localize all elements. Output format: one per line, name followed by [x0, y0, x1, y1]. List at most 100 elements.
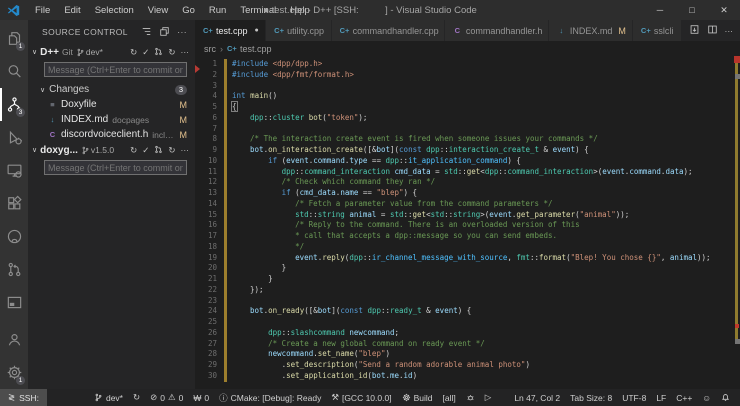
status-eol[interactable]: LF: [651, 393, 671, 403]
tab-sslcli[interactable]: C+sslcli: [633, 20, 682, 41]
action-pull-request[interactable]: [154, 145, 163, 156]
code-line[interactable]: 19event.reply(dpp::ir_channel_message_wi…: [195, 253, 740, 264]
breadcrumb[interactable]: src › C+ test.cpp: [195, 41, 740, 56]
code-line[interactable]: 5{: [195, 102, 740, 113]
tab-utility-cpp[interactable]: C+utility.cpp: [266, 20, 331, 41]
code-line[interactable]: 25: [195, 317, 740, 328]
changes-section-header[interactable]: ∨ Changes 3: [28, 82, 195, 97]
action-commit[interactable]: ✓: [142, 145, 149, 156]
status-ports[interactable]: ₩0: [188, 393, 214, 403]
menu-selection[interactable]: Selection: [88, 5, 141, 16]
code-line[interactable]: 27/* Create a new global command on read…: [195, 339, 740, 350]
status-notifications[interactable]: [716, 393, 735, 402]
repo-row-dpp[interactable]: ∨ D++ Git dev* ↻✓↻···: [28, 44, 195, 60]
code-line[interactable]: 8/* The interaction create event is fire…: [195, 134, 740, 145]
status-cursor-position[interactable]: Ln 47, Col 2: [509, 393, 565, 403]
remote-indicator[interactable]: ≷ SSH:: [0, 389, 47, 406]
activity-explorer[interactable]: 1: [0, 22, 28, 55]
activity-github-pull-requests[interactable]: [0, 253, 28, 286]
menu-edit[interactable]: Edit: [57, 5, 87, 16]
activity-search[interactable]: [0, 55, 28, 88]
code-line[interactable]: 14/* Fetch a parameter value from the co…: [195, 199, 740, 210]
code-line[interactable]: 15std::string animal = std::get<std::str…: [195, 210, 740, 221]
status-cmake-kit[interactable]: ⚒[GCC 10.0.0]: [326, 392, 396, 403]
code-editor[interactable]: 1#include <dpp/dpp.h>2#include <dpp/fmt/…: [195, 56, 740, 389]
code-line[interactable]: 16/* Reply to the command. There is an o…: [195, 220, 740, 231]
action-view-stack[interactable]: [159, 26, 170, 39]
code-line[interactable]: 20}: [195, 263, 740, 274]
activity-accounts[interactable]: [0, 323, 28, 356]
code-line[interactable]: 4int main(): [195, 91, 740, 102]
menu-go[interactable]: Go: [175, 5, 202, 16]
code-line[interactable]: 29.set_description("Send a random adorab…: [195, 360, 740, 371]
status-problems[interactable]: ⊘0⚠0: [145, 392, 188, 403]
status-cmake-build[interactable]: Build: [397, 393, 438, 403]
code-line[interactable]: 26dpp::slashcommand newcommand;: [195, 328, 740, 339]
commit-message-input[interactable]: [44, 62, 187, 77]
minimize-button[interactable]: ─: [644, 0, 676, 20]
activity-settings[interactable]: 1: [0, 356, 28, 389]
action-more[interactable]: ···: [725, 26, 734, 36]
code-line[interactable]: 2#include <dpp/fmt/format.h>: [195, 70, 740, 81]
status-feedback[interactable]: ☺: [697, 393, 716, 403]
status-indentation[interactable]: Tab Size: 8: [565, 393, 617, 403]
status-language-mode[interactable]: C++: [671, 393, 697, 403]
code-line[interactable]: 11dpp::command_interaction cmd_data = st…: [195, 167, 740, 178]
status-cmake-debug[interactable]: [461, 393, 480, 402]
activity-extensions[interactable]: [0, 187, 28, 220]
maximize-button[interactable]: □: [676, 0, 708, 20]
code-line[interactable]: 10if (event.command.type == dpp::it_appl…: [195, 156, 740, 167]
activity-run-and-debug[interactable]: [0, 121, 28, 154]
action-more[interactable]: ···: [177, 27, 187, 37]
code-line[interactable]: 12/* Check which command they ran */: [195, 177, 740, 188]
tab-commandhandler-h[interactable]: Ccommandhandler.h: [445, 20, 549, 41]
status-git-branch[interactable]: dev*: [89, 393, 128, 403]
code-line[interactable]: 7: [195, 124, 740, 135]
activity-remote-explorer[interactable]: [0, 154, 28, 187]
code-line[interactable]: 1#include <dpp/dpp.h>: [195, 59, 740, 70]
activity-live-preview[interactable]: [0, 286, 28, 319]
file-row-doxyfile[interactable]: ≡DoxyfileM: [28, 97, 195, 112]
status-cmake-status[interactable]: ⓘCMake: [Debug]: Ready: [214, 392, 326, 404]
status-encoding[interactable]: UTF-8: [617, 393, 651, 403]
repo-row-doxygen[interactable]: ∨ doxyg... v1.5.0 ↻✓↻···: [28, 142, 195, 158]
menu-run[interactable]: Run: [202, 5, 233, 16]
file-row-discordvoiceclient.h[interactable]: Cdiscordvoiceclient.hinclude/d...M: [28, 127, 195, 142]
action-commit[interactable]: ✓: [142, 47, 149, 58]
action-sync[interactable]: ↻: [168, 145, 175, 156]
code-line[interactable]: 24bot.on_ready([&bot](const dpp::ready_t…: [195, 306, 740, 317]
tab-INDEX-md[interactable]: ↓INDEX.mdM: [549, 20, 633, 41]
menu-file[interactable]: File: [28, 5, 57, 16]
file-row-index.md[interactable]: ↓INDEX.mddocpagesM: [28, 112, 195, 127]
status-build-target[interactable]: [all]: [437, 393, 460, 403]
tab-test-cpp[interactable]: C+test.cpp●: [195, 20, 266, 41]
commit-message-input[interactable]: [44, 160, 187, 175]
action-sync[interactable]: ↻: [168, 47, 175, 58]
code-line[interactable]: 3: [195, 81, 740, 92]
code-line[interactable]: 23: [195, 296, 740, 307]
breadcrumb-file[interactable]: test.cpp: [240, 44, 272, 54]
breadcrumb-folder[interactable]: src: [204, 44, 216, 54]
action-more[interactable]: ···: [181, 47, 190, 57]
activity-github[interactable]: [0, 220, 28, 253]
action-refresh[interactable]: ↻: [130, 145, 137, 156]
overview-ruler[interactable]: [732, 56, 740, 389]
close-button[interactable]: ✕: [708, 0, 740, 20]
code-line[interactable]: 21}: [195, 274, 740, 285]
action-view-as-tree[interactable]: [141, 26, 152, 39]
code-line[interactable]: 17* call that accepts a dpp::message so …: [195, 231, 740, 242]
action-split-editor[interactable]: [707, 24, 718, 37]
status-cmake-launch[interactable]: ▷: [480, 392, 497, 403]
code-line[interactable]: 6dpp::cluster bot("token");: [195, 113, 740, 124]
code-line[interactable]: 30.set_application_id(bot.me.id): [195, 371, 740, 382]
code-line[interactable]: 18*/: [195, 242, 740, 253]
action-more[interactable]: ···: [181, 145, 190, 155]
activity-source-control[interactable]: 3: [0, 88, 28, 121]
action-open-changes[interactable]: [689, 24, 700, 37]
status-sync[interactable]: ↻: [128, 392, 145, 403]
action-pull-request[interactable]: [154, 47, 163, 58]
code-line[interactable]: 9bot.on_interaction_create([&bot](const …: [195, 145, 740, 156]
action-refresh[interactable]: ↻: [130, 47, 137, 58]
code-line[interactable]: 22});: [195, 285, 740, 296]
code-line[interactable]: 28newcommand.set_name("blep"): [195, 349, 740, 360]
